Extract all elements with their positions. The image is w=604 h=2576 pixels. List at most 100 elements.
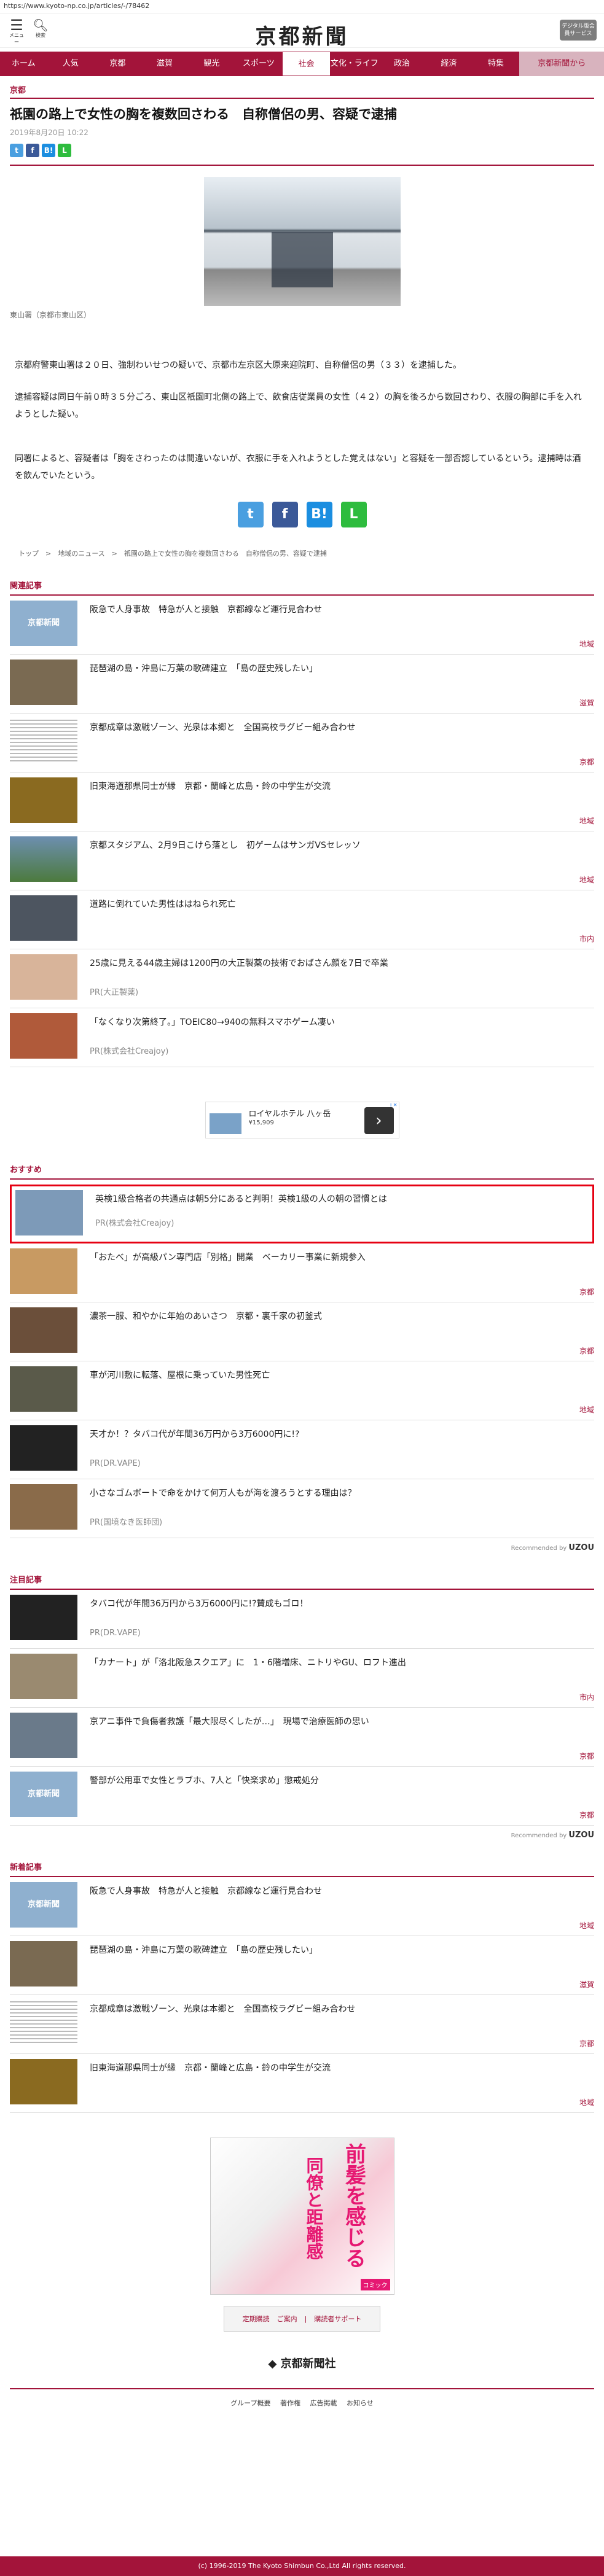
guide-link[interactable]: ご案内 — [277, 2315, 297, 2323]
list-item[interactable]: 京都スタジアム、2月9日こけら落とし 初ゲームはサンガVSセレッソ 地域 — [10, 831, 594, 890]
nav-sports[interactable]: スポーツ — [235, 52, 283, 76]
recommended-by[interactable]: Recommended by UZOU — [10, 1543, 594, 1552]
item-pr: PR(DR.VAPE) — [90, 1459, 141, 1468]
facebook-icon[interactable]: f — [272, 502, 298, 527]
facebook-icon[interactable]: f — [26, 144, 39, 157]
item-tag[interactable]: 市内 — [579, 1692, 594, 1702]
chevron-right-icon[interactable]: › — [364, 1107, 394, 1134]
uzou-logo: UZOU — [568, 1543, 594, 1552]
thumbnail — [10, 895, 77, 941]
list-item[interactable]: 京都成章は激戦ゾーン、光泉は本郷と 全国高校ラグビー組み合わせ 京都 — [10, 714, 594, 772]
thumbnail — [10, 1941, 77, 1986]
list-item[interactable]: 道路に倒れていた男性ははねられ死亡 市内 — [10, 890, 594, 949]
breadcrumb[interactable]: トップ > 地域のニュース > 祇園の路上で女性の胸を複数回さわる 自称僧侶の男… — [10, 548, 594, 558]
nav-feature[interactable]: 特集 — [473, 52, 520, 76]
list-item[interactable]: 京都新聞 警部が公用車で女性とラブホ、7人と「快楽求め」懲戒処分 京都 — [10, 1767, 594, 1826]
item-title: 「カナート」が「洛北阪急スクエア」に 1・6階増床、ニトリやGU、ロフト進出 — [90, 1658, 406, 1668]
related-heading: 関連記事 — [10, 579, 594, 596]
thumbnail — [15, 1190, 83, 1235]
nav-kyoto[interactable]: 京都 — [94, 52, 141, 76]
ad-price: ¥15,909 — [248, 1119, 274, 1126]
item-tag[interactable]: 地域 — [579, 2097, 594, 2107]
list-item[interactable]: 「なくなり次第終了。」TOEIC80→940の無料スマホゲーム凄い PR(株式会社… — [10, 1008, 594, 1067]
item-pr: PR(株式会社Creajoy) — [90, 1047, 169, 1056]
nav-culture[interactable]: 文化・ライフ — [331, 52, 378, 76]
list-item[interactable]: 濃茶一服、和やかに年始のあいさつ 京都・裏千家の初釜式 京都 — [10, 1302, 594, 1361]
article-date: 2019年8月20日 10:22 — [10, 128, 88, 137]
list-item[interactable]: 旧東海道那県同士が縁 京都・蘭峰と広島・鈴の中学生が交流 地域 — [10, 2054, 594, 2113]
footer-link[interactable]: 広告掲載 — [310, 2399, 337, 2407]
nav-tourism[interactable]: 観光 — [188, 52, 235, 76]
nav-politics[interactable]: 政治 — [378, 52, 426, 76]
list-item[interactable]: 京都成章は激戦ゾーン、光泉は本郷と 全国高校ラグビー組み合わせ 京都 — [10, 1995, 594, 2054]
thumbnail: 京都新聞 — [10, 601, 77, 646]
item-tag[interactable]: 京都 — [579, 1810, 594, 1820]
item-tag[interactable]: 地域 — [579, 874, 594, 885]
thumbnail — [10, 1425, 77, 1471]
hatena-icon[interactable]: B! — [42, 144, 55, 157]
item-tag[interactable]: 京都 — [579, 757, 594, 767]
nav-society[interactable]: 社会 — [282, 52, 331, 76]
recommended-by[interactable]: Recommended by UZOU — [10, 1831, 594, 1840]
item-pr: PR(株式会社Creajoy) — [95, 1219, 175, 1228]
footer-link[interactable]: グループ概要 — [230, 2399, 270, 2407]
item-tag[interactable]: 京都 — [579, 1751, 594, 1761]
item-tag[interactable]: 地域 — [579, 1404, 594, 1415]
hatena-icon[interactable]: B! — [306, 502, 332, 527]
list-item[interactable]: 京都新聞 阪急で人身事故 特急が人と接触 京都線など運行見合わせ 地域 — [10, 596, 594, 655]
footer-links: グループ概要 著作権 広告掲載 お知らせ — [10, 2388, 594, 2408]
list-item[interactable]: タバコ代が年間36万円から3万6000円に!?賛成もゴロ！ PR(DR.VAPE) — [10, 1590, 594, 1649]
section-label[interactable]: 京都 — [10, 84, 594, 99]
newest-heading: 新着記事 — [10, 1861, 594, 1877]
list-item[interactable]: 車が河川敷に転落、屋根に乗っていた男性死亡 地域 — [10, 1361, 594, 1420]
item-title: 「なくなり次第終了。」TOEIC80→940の無料スマホゲーム凄い — [90, 1018, 335, 1027]
list-item[interactable]: 旧東海道那県同士が縁 京都・蘭峰と広島・鈴の中学生が交流 地域 — [10, 772, 594, 831]
list-item[interactable]: 京アニ事件で負傷者救護「最大限尽くしたが…」 現場で治療医師の思い 京都 — [10, 1708, 594, 1767]
subscription-pill[interactable]: 定期購読 ご案内 | 購読者サポート — [223, 2306, 381, 2332]
subscriber-support-link[interactable]: 購読者サポート — [314, 2315, 361, 2323]
item-tag[interactable]: 京都 — [579, 2038, 594, 2049]
footer-link[interactable]: 著作権 — [280, 2399, 300, 2407]
site-logo[interactable]: 京都新聞 — [0, 20, 604, 50]
divider: | — [304, 2315, 307, 2323]
ad-image — [209, 1113, 241, 1134]
url-bar[interactable]: https://www.kyoto-np.co.jp/articles/-/78… — [0, 0, 604, 14]
twitter-icon[interactable]: t — [10, 144, 23, 157]
footer-logo[interactable]: ◆ 京都新聞社 — [10, 2355, 594, 2371]
list-item[interactable]: 25歳に見える44歳主婦は1200円の大正製薬の技術でおばさん顔を7日で卒業 PR… — [10, 949, 594, 1008]
item-tag[interactable]: 地域 — [579, 1920, 594, 1931]
item-tag[interactable]: 地域 — [579, 815, 594, 826]
digital-service-button[interactable]: デジタル版会員サービス — [560, 20, 597, 41]
main-nav: ホーム 人気 京都 滋賀 観光 スポーツ 社会 文化・ライフ 政治 経済 特集 … — [0, 52, 604, 76]
line-icon[interactable]: L — [58, 144, 71, 157]
list-item[interactable]: 小さなゴムボートで命をかけて何万人もが海を渡ろうとする理由は？ PR(国境なき医師… — [10, 1479, 594, 1538]
nav-economy[interactable]: 経済 — [425, 52, 473, 76]
item-tag[interactable]: 滋賀 — [579, 698, 594, 708]
list-item[interactable]: 「おたべ」が高級パン専門店「別格」開業 ベーカリー事業に新規参入 京都 — [10, 1243, 594, 1302]
item-tag[interactable]: 京都 — [579, 1286, 594, 1297]
line-icon[interactable]: L — [340, 502, 367, 527]
item-tag[interactable]: 市内 — [579, 933, 594, 944]
list-item[interactable]: 京都新聞 阪急で人身事故 特急が人と接触 京都線など運行見合わせ 地域 — [10, 1877, 594, 1936]
item-tag[interactable]: 京都 — [579, 1345, 594, 1356]
item-tag[interactable]: 滋賀 — [579, 1979, 594, 1990]
item-title: 警部が公用車で女性とラブホ、7人と「快楽求め」懲戒処分 — [90, 1776, 319, 1786]
manga-text: 同僚と距離感 — [304, 2157, 324, 2260]
article-paragraph: 逮捕容疑は同日午前０時３５分ごろ、東山区祇園町北側の路上で、飲食店従業員の女性（… — [15, 392, 582, 419]
footer-link[interactable]: お知らせ — [347, 2399, 374, 2407]
list-item[interactable]: 「カナート」が「洛北阪急スクエア」に 1・6階増床、ニトリやGU、ロフト進出市内 — [10, 1649, 594, 1708]
manga-ad[interactable]: 前髪を感じる 同僚と距離感 コミック — [210, 2138, 394, 2295]
nav-from-kyoto[interactable]: 京都新聞から — [519, 52, 604, 76]
nav-shiga[interactable]: 滋賀 — [141, 52, 189, 76]
item-tag[interactable]: 地域 — [579, 639, 594, 649]
list-item[interactable]: 天才か！？タバコ代が年間36万円から3万6000円に!? PR(DR.VAPE) — [10, 1420, 594, 1479]
hotel-ad[interactable]: i ✕ ロイヤルホテル 八ヶ岳 ¥15,909 › — [205, 1102, 399, 1138]
twitter-icon[interactable]: t — [237, 502, 264, 527]
list-item[interactable]: 琵琶湖の島・沖島に万葉の歌碑建立 「島の歴史残したい」 滋賀 — [10, 655, 594, 714]
nav-home[interactable]: ホーム — [0, 52, 47, 76]
nav-popular[interactable]: 人気 — [47, 52, 95, 76]
subscribe-link[interactable]: 定期購読 — [243, 2315, 270, 2323]
list-item[interactable]: 英検1級合格者の共通点は朝5分にあると判明！英検1級の人の朝の習慣とは PR(株式… — [10, 1185, 594, 1243]
thumbnail — [10, 954, 77, 1000]
list-item[interactable]: 琵琶湖の島・沖島に万葉の歌碑建立 「島の歴史残したい」 滋賀 — [10, 1936, 594, 1995]
